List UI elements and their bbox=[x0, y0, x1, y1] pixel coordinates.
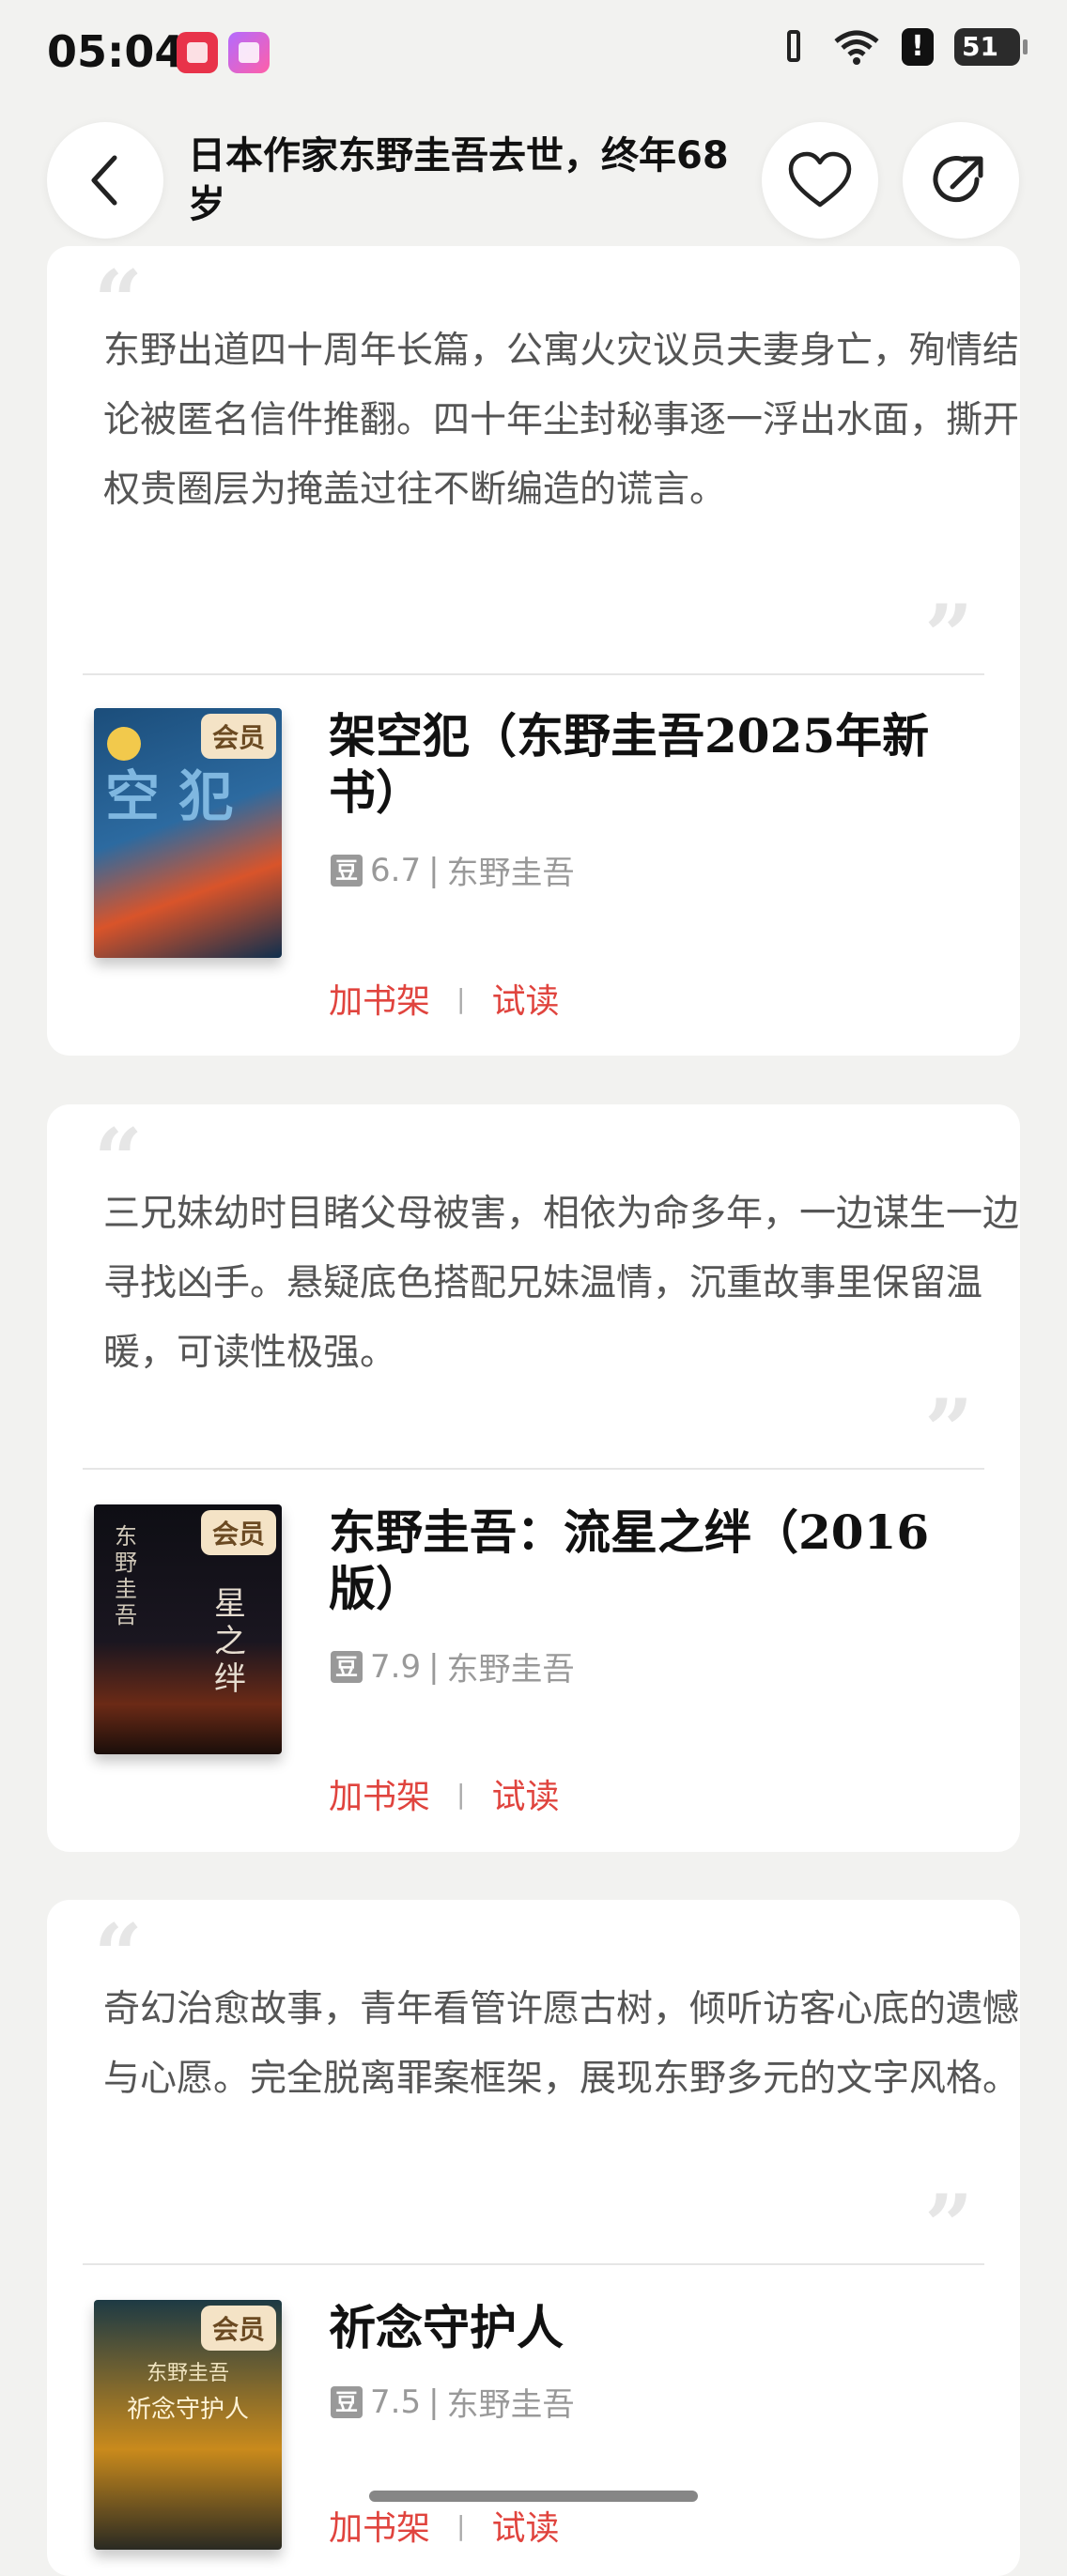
douban-icon: 豆 bbox=[331, 1650, 363, 1683]
system-icons: ! 51 bbox=[776, 28, 1028, 66]
book-meta: 豆 7.5 | 东野圭吾 bbox=[331, 2379, 575, 2425]
vip-badge: 会员 bbox=[200, 714, 276, 759]
home-indicator[interactable] bbox=[369, 2491, 698, 2502]
page-header: 日本作家东野圭吾去世，终年68岁 bbox=[0, 108, 1067, 254]
cover-title: 祈念守护人 bbox=[126, 2396, 249, 2424]
book-author: 东野圭吾 bbox=[446, 855, 575, 892]
book-cover[interactable]: 东野圭吾 星之绊 会员 bbox=[94, 1504, 282, 1754]
meta-separator: | bbox=[428, 1647, 440, 1686]
book-meta: 豆 6.7 | 东野圭吾 bbox=[331, 847, 575, 893]
book-rating: 7.5 bbox=[370, 2383, 422, 2421]
page-title: 日本作家东野圭吾去世，终年68岁 bbox=[188, 134, 729, 226]
book-card: “ 东野出道四十周年长篇，公寓火灾议员夫妻身亡，殉情结论被匿名信件推翻。四十年尘… bbox=[47, 246, 1020, 1056]
douban-icon: 豆 bbox=[331, 854, 363, 887]
heart-icon bbox=[788, 151, 852, 208]
divider bbox=[83, 1468, 984, 1470]
back-button[interactable] bbox=[47, 122, 163, 239]
trial-read-button[interactable]: 试读 bbox=[491, 974, 559, 1023]
vip-badge: 会员 bbox=[200, 1510, 276, 1555]
book-actions: 加书架 | 试读 bbox=[329, 974, 559, 1023]
action-separator: | bbox=[456, 1778, 466, 1810]
status-bar: 05:04 ! 51 bbox=[0, 0, 1067, 108]
divider bbox=[83, 2263, 984, 2265]
divider bbox=[83, 673, 984, 675]
book-title[interactable]: 东野圭吾：流星之绊（2016版） bbox=[329, 1504, 986, 1617]
book-author: 东野圭吾 bbox=[446, 1651, 575, 1689]
book-quote: 奇幻治愈故事，青年看管许愿古树，倾听访客心底的遗憾与心愿。完全脱离罪案框架，展现… bbox=[103, 1988, 1020, 2100]
book-author: 东野圭吾 bbox=[446, 2386, 575, 2424]
book-cover[interactable]: 东野圭吾 祈念守护人 会员 bbox=[94, 2300, 282, 2550]
trial-read-button[interactable]: 试读 bbox=[491, 2501, 559, 2550]
book-title[interactable]: 架空犯（东野圭吾2025年新书） bbox=[329, 708, 986, 821]
quote-close-icon: ” bbox=[924, 586, 973, 686]
quote-close-icon: ” bbox=[924, 2176, 973, 2275]
action-separator: | bbox=[456, 982, 466, 1014]
book-quote: 东野出道四十周年长篇，公寓火灾议员夫妻身亡，殉情结论被匿名信件推翻。四十年尘封秘… bbox=[103, 330, 1020, 511]
favorite-button[interactable] bbox=[762, 122, 878, 239]
share-button[interactable] bbox=[903, 122, 1019, 239]
vip-badge: 会员 bbox=[200, 2306, 276, 2351]
add-to-shelf-button[interactable]: 加书架 bbox=[329, 974, 430, 1023]
book-rating: 6.7 bbox=[370, 851, 422, 889]
cover-title: 空 犯 bbox=[105, 764, 234, 828]
book-cover[interactable]: 空 犯 会员 bbox=[94, 708, 282, 958]
cover-title: 星之绊 bbox=[214, 1585, 246, 1698]
wifi-icon bbox=[832, 28, 881, 66]
battery-indicator: 51 bbox=[954, 28, 1028, 66]
alert-icon: ! bbox=[902, 28, 934, 66]
book-title[interactable]: 祈念守护人 bbox=[329, 2300, 986, 2356]
add-to-shelf-button[interactable]: 加书架 bbox=[329, 1769, 430, 1818]
book-app-icon bbox=[177, 32, 218, 73]
meta-separator: | bbox=[428, 2383, 440, 2421]
add-to-shelf-button[interactable]: 加书架 bbox=[329, 2501, 430, 2550]
book-card: “ 奇幻治愈故事，青年看管许愿古树，倾听访客心底的遗憾与心愿。完全脱离罪案框架，… bbox=[47, 1900, 1020, 2576]
trial-read-button[interactable]: 试读 bbox=[491, 1769, 559, 1818]
book-rating: 7.9 bbox=[370, 1647, 422, 1686]
book-card: “ 三兄妹幼时目睹父母被害，相依为命多年，一边谋生一边寻找凶手。悬疑底色搭配兄妹… bbox=[47, 1104, 1020, 1852]
book-quote: 三兄妹幼时目睹父母被害，相依为命多年，一边谋生一边寻找凶手。悬疑底色搭配兄妹温情… bbox=[103, 1193, 1020, 1374]
status-time: 05:04 bbox=[47, 26, 185, 77]
chevron-left-icon bbox=[91, 155, 117, 206]
book-meta: 豆 7.9 | 东野圭吾 bbox=[331, 1643, 575, 1689]
vibrate-icon bbox=[776, 28, 812, 66]
notes-app-icon bbox=[228, 32, 270, 73]
douban-icon: 豆 bbox=[331, 2385, 363, 2418]
share-icon bbox=[933, 156, 983, 203]
meta-separator: | bbox=[428, 851, 440, 889]
action-separator: | bbox=[456, 2509, 466, 2541]
quote-close-icon: ” bbox=[924, 1381, 973, 1480]
book-actions: 加书架 | 试读 bbox=[329, 2501, 559, 2550]
book-actions: 加书架 | 试读 bbox=[329, 1769, 559, 1818]
